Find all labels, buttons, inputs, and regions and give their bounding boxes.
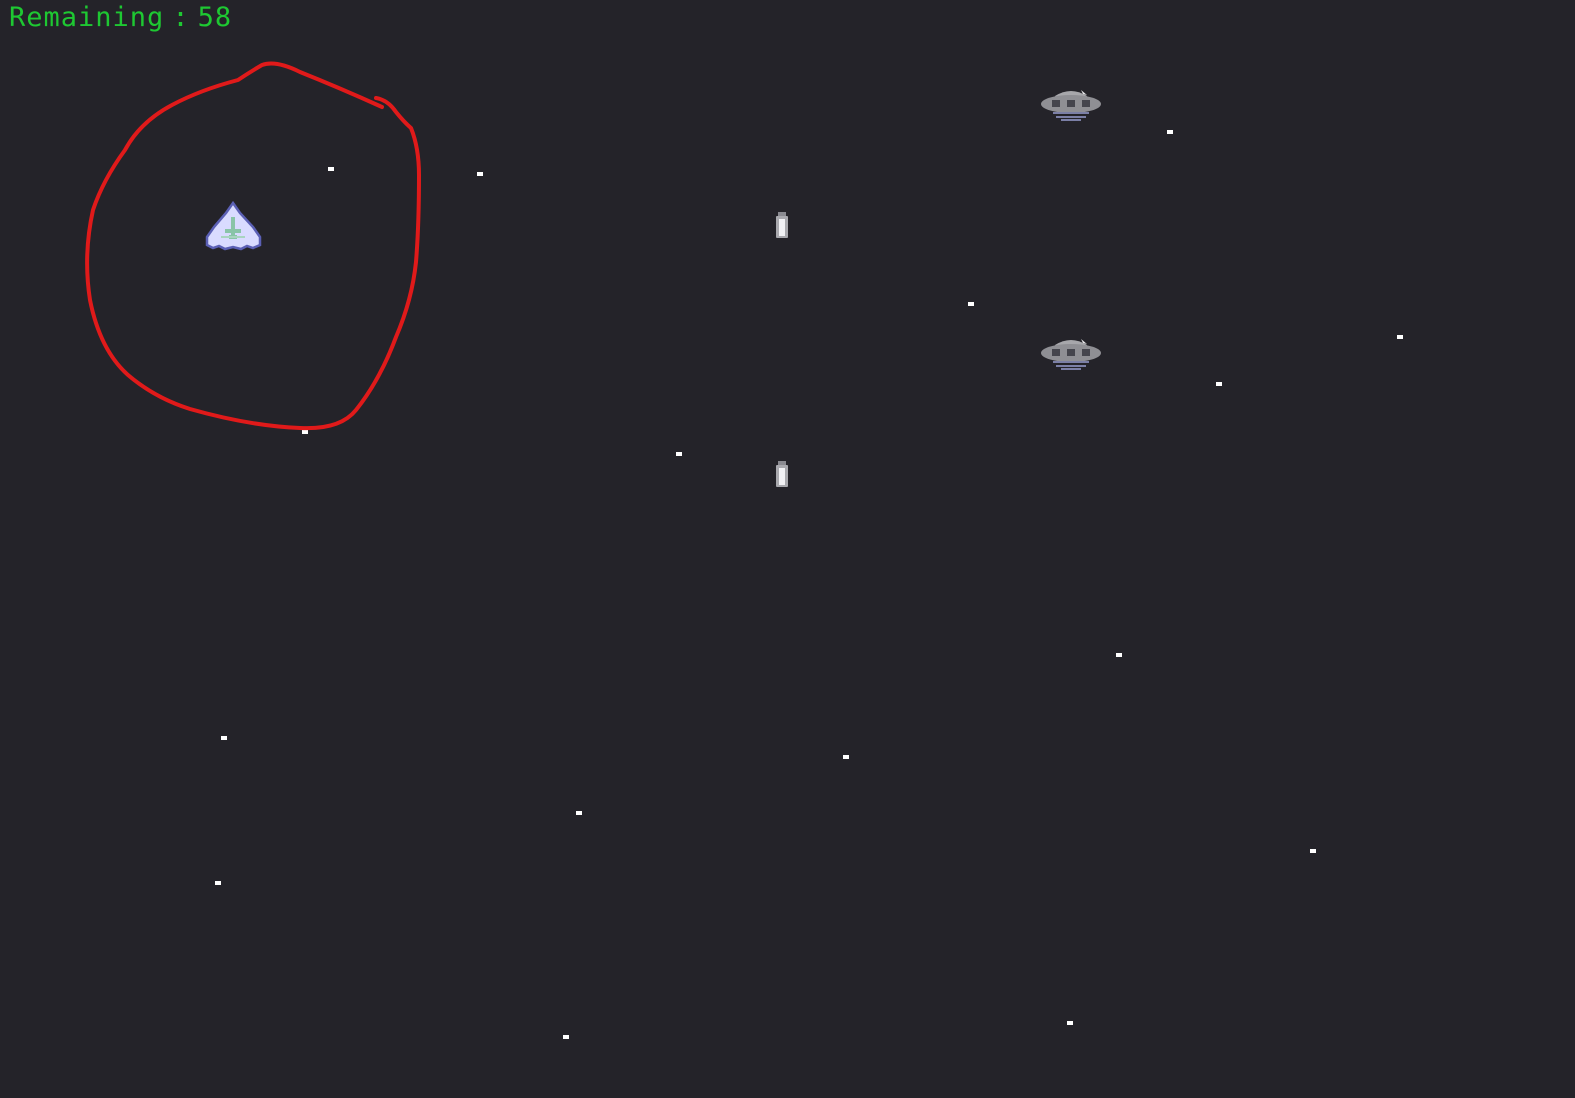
star [1397,335,1403,339]
remaining-value: 58 [197,2,233,33]
star [328,167,334,171]
remaining-separator: : [172,2,190,33]
game-canvas[interactable] [0,0,1575,1098]
star [1067,1021,1073,1025]
star [477,172,483,176]
remaining-label: Remaining [9,2,165,33]
star [1216,382,1222,386]
star [302,430,308,434]
flying-saucer-icon [1041,339,1101,370]
star [1116,653,1122,657]
star [576,811,582,815]
starfield [215,130,1403,1039]
flying-saucer-icon [1041,90,1101,121]
player-ship-icon [205,200,262,251]
remaining-counter: Remaining:58 [9,2,232,33]
star [1167,130,1173,134]
star [563,1035,569,1039]
star [676,452,682,456]
star [843,755,849,759]
star [221,736,227,740]
star [215,881,221,885]
star [968,302,974,306]
bullet-icon [776,212,788,238]
bullet-icon [776,461,788,487]
star [1310,849,1316,853]
